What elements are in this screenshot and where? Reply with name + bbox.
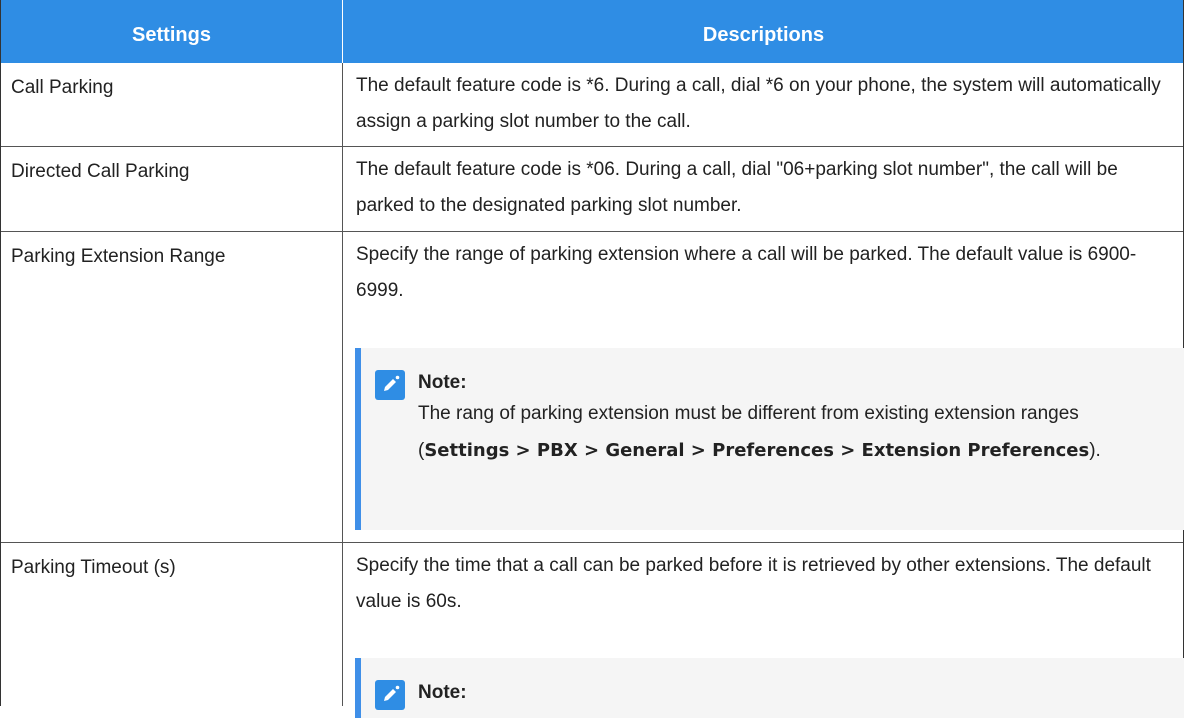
table-header: Settings Descriptions	[1, 0, 1183, 63]
header-descriptions: Descriptions	[342, 0, 1184, 63]
pencil-edit-icon	[375, 370, 405, 400]
row-setting-parking-timeout: Parking Timeout (s)	[11, 557, 176, 578]
row-description-parking-timeout: Specify the time that a call can be park…	[356, 555, 1151, 612]
note-title: Note:	[418, 372, 467, 393]
row-setting-parking-extension-range: Parking Extension Range	[11, 246, 226, 267]
header-settings: Settings	[132, 24, 211, 46]
row-setting-call-parking: Call Parking	[11, 77, 114, 98]
note-text: The rang of parking extension must be di…	[418, 395, 1158, 469]
row-description-parking-extension-range: Specify the range of parking extension w…	[356, 244, 1137, 301]
row-setting-directed-call-parking: Directed Call Parking	[11, 161, 190, 182]
note-box: Note: The rang of parking extension must…	[355, 348, 1184, 530]
note-settings-path: Settings > PBX > General > Preferences >…	[424, 440, 1090, 461]
row-description-call-parking: The default feature code is *6. During a…	[356, 75, 1161, 132]
row-description-directed-call-parking: The default feature code is *06. During …	[356, 159, 1118, 216]
note-title: Note:	[418, 682, 467, 703]
note-box: Note:	[355, 658, 1184, 718]
note-text-after: ).	[1089, 440, 1101, 461]
settings-table: Settings Descriptions Call Parking The d…	[0, 0, 1184, 718]
